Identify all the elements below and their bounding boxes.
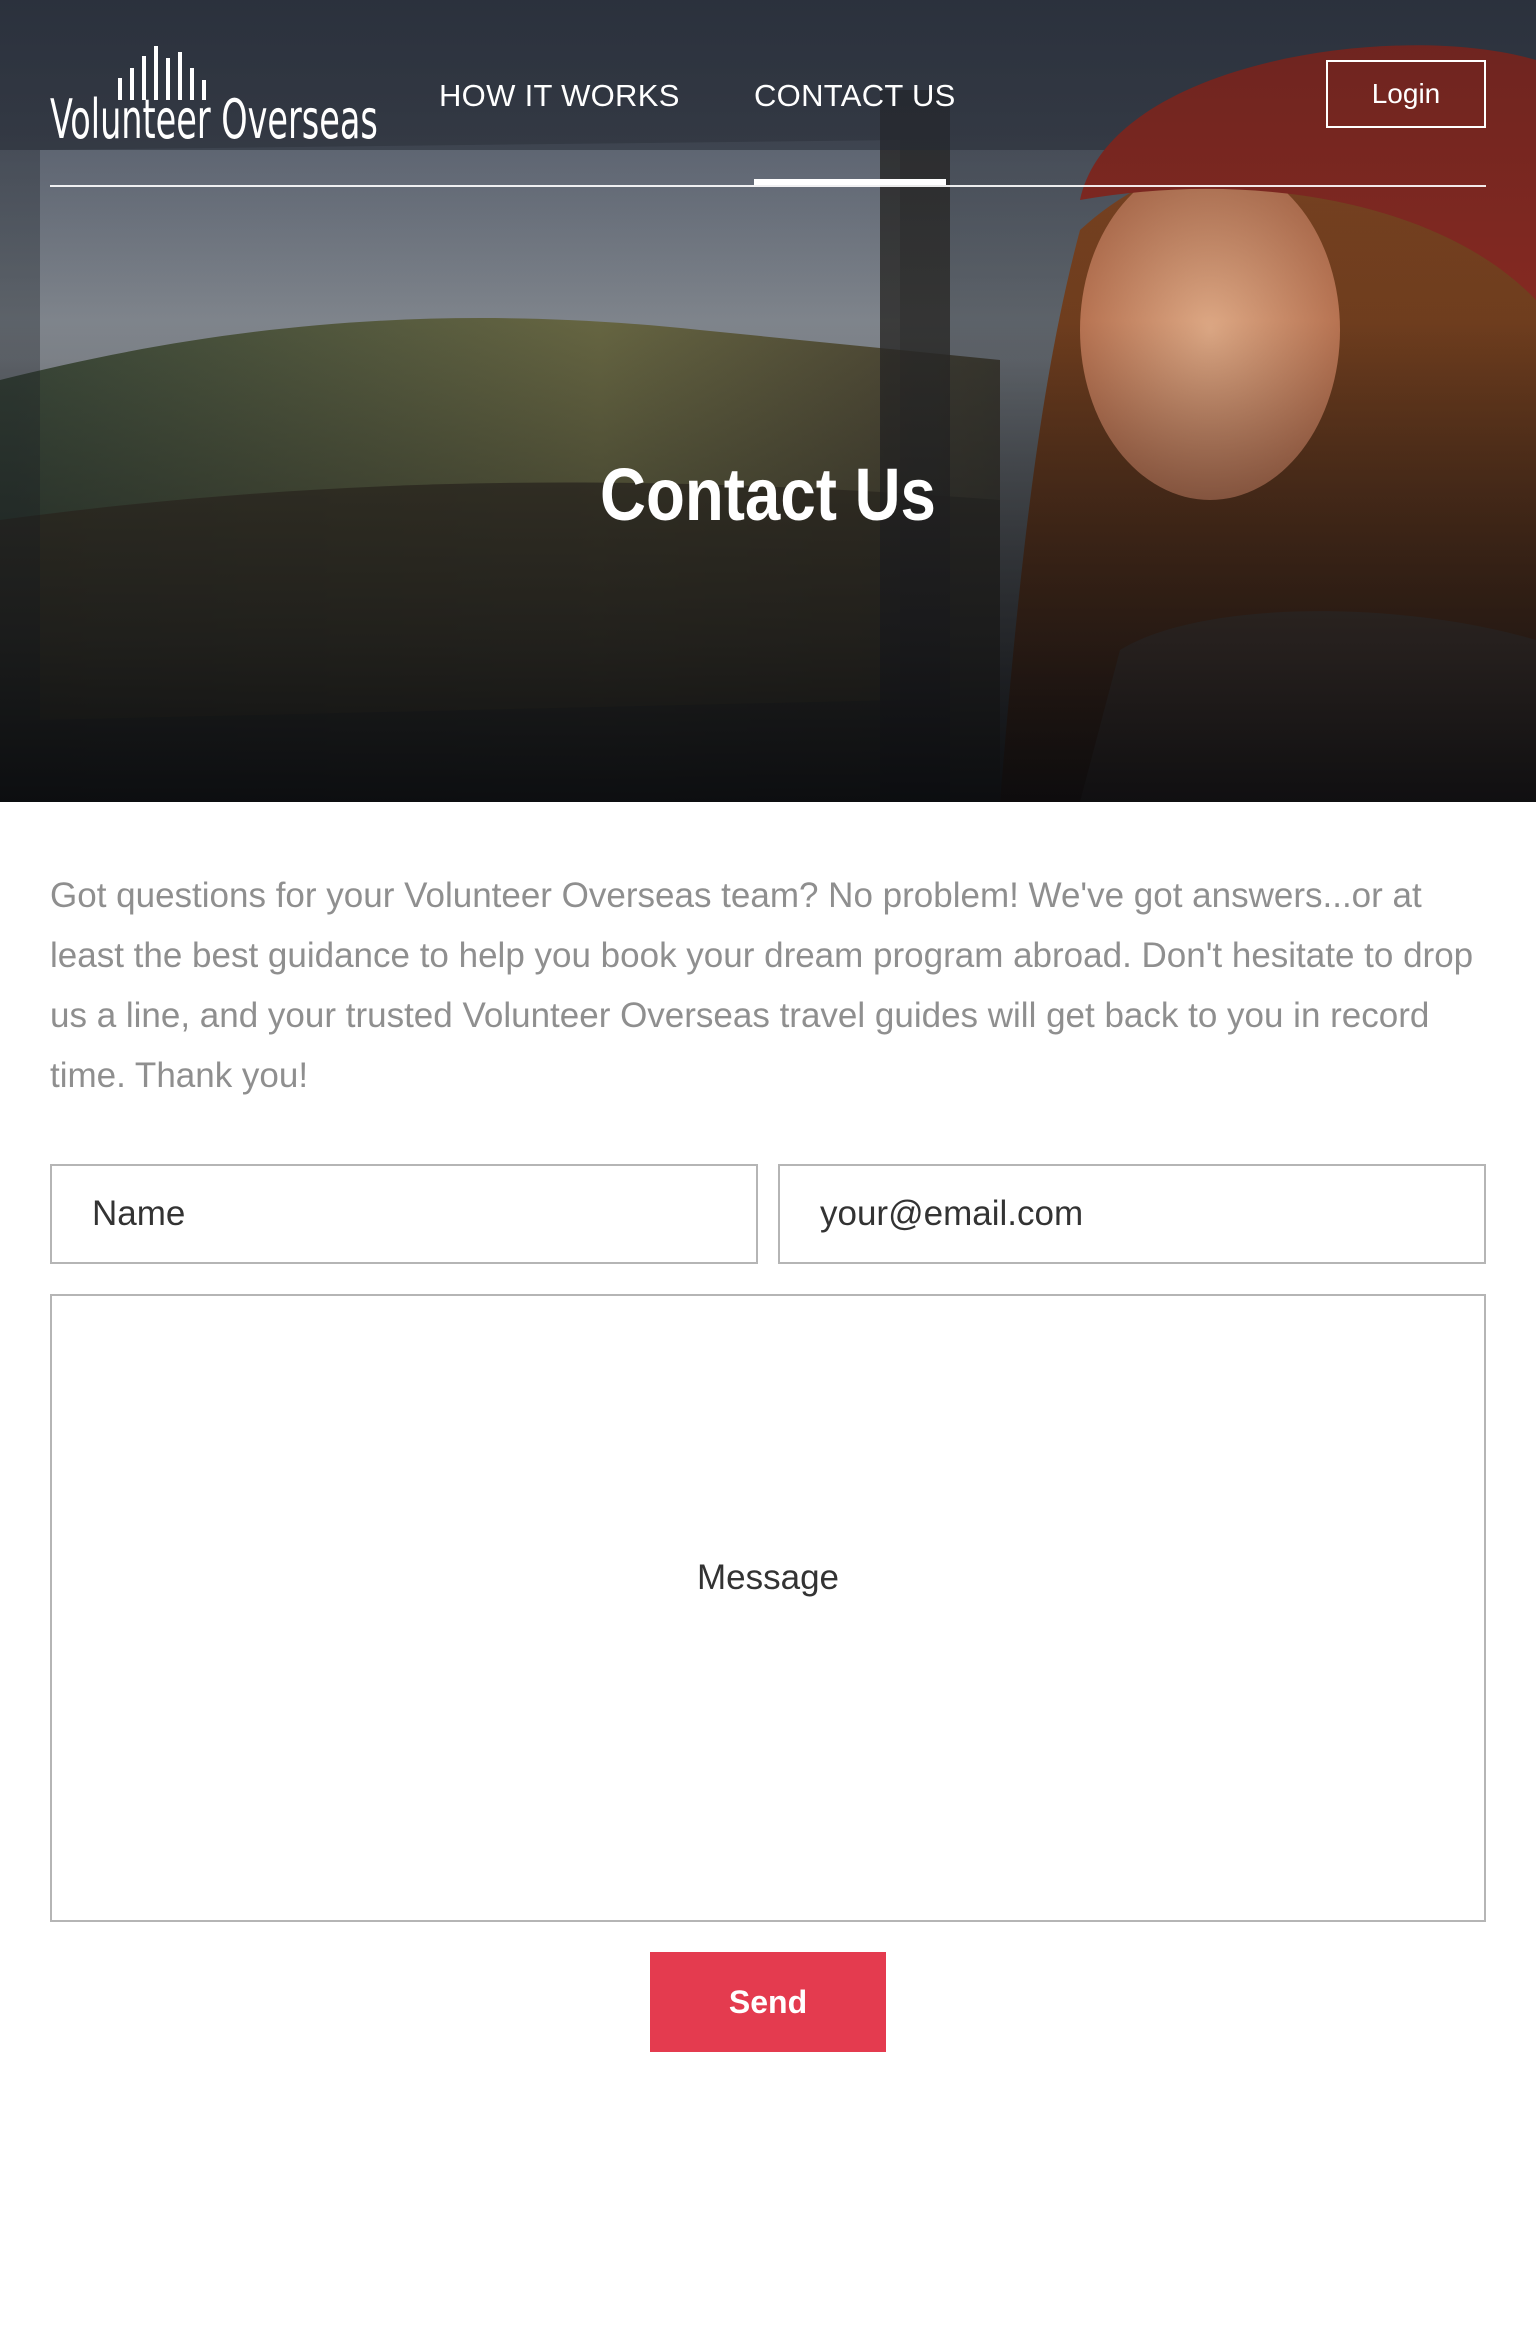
page-title: Contact Us: [600, 453, 936, 536]
message-field[interactable]: [50, 1294, 1486, 1922]
contact-section: Got questions for your Volunteer Oversea…: [50, 802, 1486, 2052]
active-nav-indicator: [754, 179, 946, 185]
hero-banner: Volunteer Overseas HOW IT WORKS CONTACT …: [0, 0, 1536, 802]
login-button[interactable]: Login: [1326, 60, 1486, 128]
intro-paragraph: Got questions for your Volunteer Oversea…: [50, 876, 1474, 1095]
send-button[interactable]: Send: [650, 1952, 886, 2052]
email-field[interactable]: [778, 1164, 1486, 1264]
nav-contact-us[interactable]: CONTACT US: [754, 78, 956, 114]
name-field[interactable]: [50, 1164, 758, 1264]
nav-how-it-works[interactable]: HOW IT WORKS: [439, 78, 680, 114]
contact-fields-row: [50, 1164, 1486, 1264]
volunteer-overseas-logo[interactable]: Volunteer Overseas: [50, 44, 382, 151]
logo-text: Volunteer Overseas: [50, 88, 378, 151]
top-navigation: Volunteer Overseas HOW IT WORKS CONTACT …: [50, 0, 1486, 187]
